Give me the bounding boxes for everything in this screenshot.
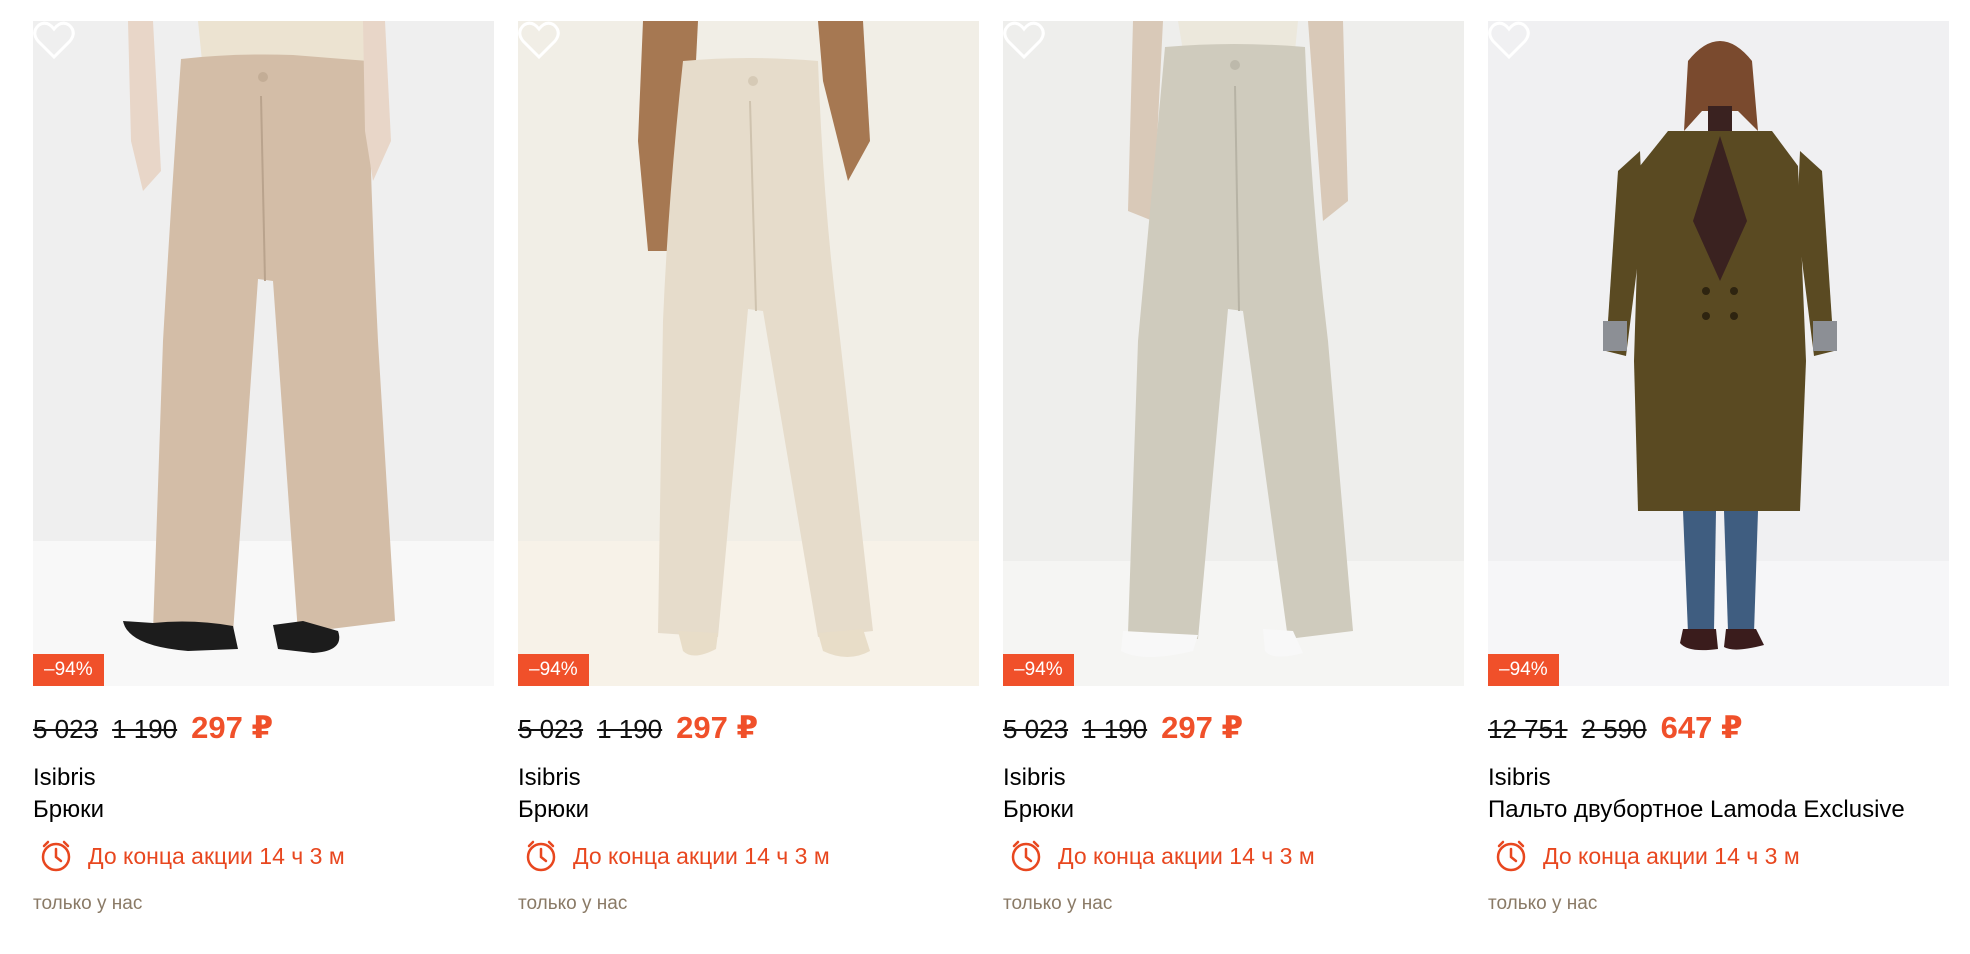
product-name[interactable]: Пальто двубортное Lamoda Exclusive <box>1488 793 1949 826</box>
current-price: 297 ₽ <box>1161 710 1244 745</box>
old-price: 1 190 <box>1082 714 1148 744</box>
price-row: 5 023 1 190 297 ₽ <box>518 710 979 748</box>
product-card[interactable]: –94% 5 023 1 190 297 ₽ Isibris Брюки До … <box>33 21 494 915</box>
sale-timer: До конца акции 14 ч 3 м <box>518 839 979 873</box>
product-grid: –94% 5 023 1 190 297 ₽ Isibris Брюки До … <box>33 21 1949 915</box>
price-row: 12 751 2 590 647 ₽ <box>1488 710 1949 748</box>
discount-badge: –94% <box>1003 654 1074 686</box>
old-price: 5 023 <box>518 714 584 744</box>
exclusive-tag: только у нас <box>1488 893 1598 914</box>
sale-timer: До конца акции 14 ч 3 м <box>1488 839 1949 873</box>
current-price: 647 ₽ <box>1660 710 1743 745</box>
timer-text: До конца акции 14 ч 3 м <box>1058 842 1315 869</box>
product-name[interactable]: Брюки <box>1003 793 1464 826</box>
heart-icon[interactable] <box>1488 21 1530 61</box>
discount-badge: –94% <box>33 654 104 686</box>
old-price: 1 190 <box>112 714 178 744</box>
old-price: 12 751 <box>1488 714 1568 744</box>
product-card[interactable]: –94% 5 023 1 190 297 ₽ Isibris Брюки До … <box>1003 21 1464 915</box>
current-price: 297 ₽ <box>191 710 274 745</box>
brand-name[interactable]: Isibris <box>1003 762 1464 793</box>
clock-icon <box>41 840 71 872</box>
brand-name[interactable]: Isibris <box>1488 762 1949 793</box>
discount-badge: –94% <box>1488 654 1559 686</box>
timer-text: До конца акции 14 ч 3 м <box>1543 842 1800 869</box>
heart-icon[interactable] <box>518 21 560 61</box>
sale-timer: До конца акции 14 ч 3 м <box>33 839 494 873</box>
old-price: 2 590 <box>1581 714 1647 744</box>
current-price: 297 ₽ <box>676 710 759 745</box>
old-price: 5 023 <box>1003 714 1069 744</box>
timer-text: До конца акции 14 ч 3 м <box>573 842 830 869</box>
price-row: 5 023 1 190 297 ₽ <box>1003 710 1464 748</box>
timer-text: До конца акции 14 ч 3 м <box>88 842 345 869</box>
product-name[interactable]: Брюки <box>33 793 494 826</box>
clock-icon <box>1496 840 1526 872</box>
old-price: 5 023 <box>33 714 99 744</box>
product-card[interactable]: –94% 5 023 1 190 297 ₽ Isibris Брюки До … <box>518 21 979 915</box>
clock-icon <box>526 840 556 872</box>
price-row: 5 023 1 190 297 ₽ <box>33 710 494 748</box>
clock-icon <box>1011 840 1041 872</box>
product-image[interactable]: –94% <box>1488 21 1949 686</box>
product-image[interactable]: –94% <box>518 21 979 686</box>
old-price: 1 190 <box>597 714 663 744</box>
exclusive-tag: только у нас <box>518 893 628 914</box>
heart-icon[interactable] <box>33 21 75 61</box>
product-image[interactable]: –94% <box>1003 21 1464 686</box>
product-card[interactable]: –94% 12 751 2 590 647 ₽ Isibris Пальто д… <box>1488 21 1949 915</box>
discount-badge: –94% <box>518 654 589 686</box>
heart-icon[interactable] <box>1003 21 1045 61</box>
product-image[interactable]: –94% <box>33 21 494 686</box>
sale-timer: До конца акции 14 ч 3 м <box>1003 839 1464 873</box>
exclusive-tag: только у нас <box>33 893 143 914</box>
brand-name[interactable]: Isibris <box>33 762 494 793</box>
product-name[interactable]: Брюки <box>518 793 979 826</box>
exclusive-tag: только у нас <box>1003 893 1113 914</box>
brand-name[interactable]: Isibris <box>518 762 979 793</box>
